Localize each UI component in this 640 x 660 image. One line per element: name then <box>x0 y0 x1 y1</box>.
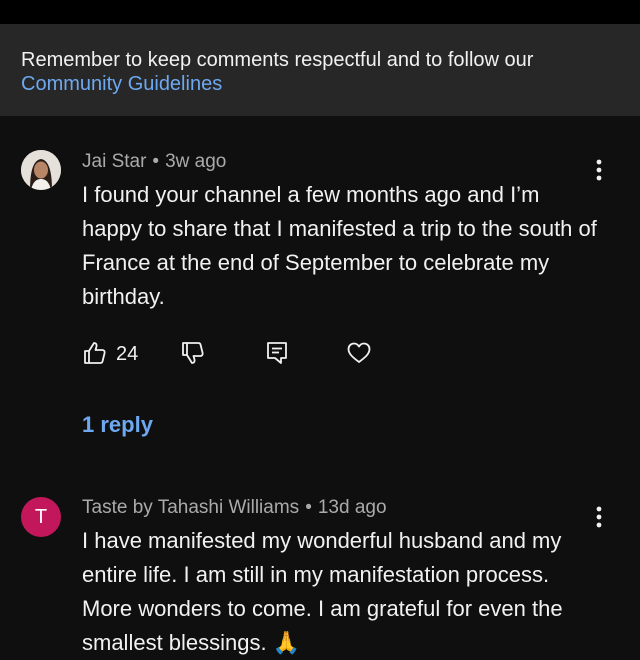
author-name[interactable]: Jai Star <box>82 151 146 172</box>
comment-meta: Jai Star • 3w ago <box>82 150 226 174</box>
view-replies-button[interactable]: 1 reply <box>82 412 153 438</box>
like-button[interactable] <box>82 340 108 366</box>
comment-time: 13d ago <box>317 497 387 518</box>
avatar[interactable] <box>21 150 61 190</box>
author-name[interactable]: Taste by Tahashi Williams <box>82 497 299 518</box>
avatar[interactable]: T <box>21 497 61 537</box>
meta-separator: • <box>305 497 312 518</box>
top-bar <box>0 0 640 24</box>
meta-separator: • <box>152 151 160 172</box>
comment-actions: 24 <box>82 340 402 370</box>
thumbs-up-icon <box>84 342 106 364</box>
heart-button[interactable] <box>346 340 372 366</box>
notice-text: Remember to keep comments respectful and… <box>21 48 621 96</box>
reply-button[interactable] <box>264 340 290 366</box>
more-options-button[interactable] <box>588 504 610 530</box>
comment-meta: Taste by Tahashi Williams • 13d ago <box>82 496 387 520</box>
thumbs-down-icon <box>182 342 204 364</box>
community-notice: Remember to keep comments respectful and… <box>0 24 640 116</box>
community-guidelines-link[interactable]: Community Guidelines <box>21 73 222 95</box>
profile-photo-icon <box>21 150 61 190</box>
comment-text: I found your channel a few months ago an… <box>82 182 597 309</box>
like-count: 24 <box>116 343 139 365</box>
more-vert-icon <box>596 159 602 181</box>
comment-time: 3w ago <box>165 151 227 172</box>
heart-icon <box>347 342 371 363</box>
dislike-button[interactable] <box>180 340 206 366</box>
more-options-button[interactable] <box>588 157 610 183</box>
comment-icon <box>267 342 287 364</box>
notice-message: Remember to keep comments respectful and… <box>21 49 534 71</box>
more-vert-icon <box>596 506 602 528</box>
